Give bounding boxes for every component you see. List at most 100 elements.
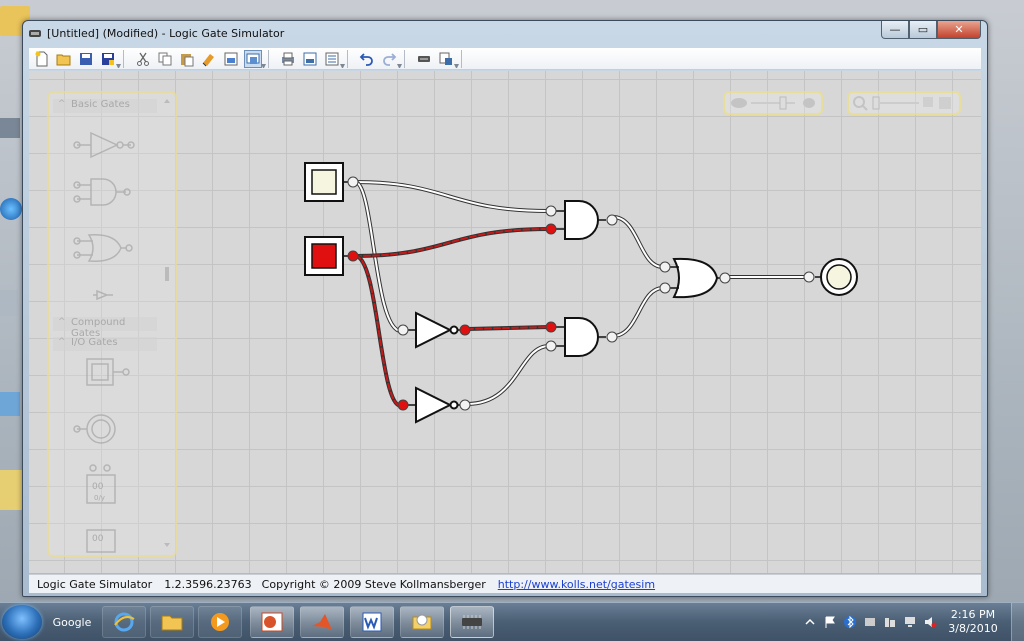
and-gate-top[interactable] [555,200,606,240]
not-gate-bottom[interactable] [407,386,463,424]
copy-icon [158,52,172,65]
user-input-1[interactable] [304,162,349,202]
bluetooth-icon[interactable] [843,615,857,629]
clock-time: 2:16 PM [950,608,996,621]
clock-date: 3/8/2010 [948,622,998,635]
open-icon [56,54,71,65]
taskbar-gate-simulator[interactable] [450,606,494,638]
cut-icon [137,52,149,66]
print-preview-icon [303,52,317,65]
window-title: [Untitled] (Modified) - Logic Gate Simul… [47,27,285,40]
taskbar-outlook[interactable] [400,606,444,638]
new-icon [35,51,48,66]
device-icon[interactable] [863,615,877,629]
toolbar-separator [397,49,411,68]
word-icon [362,612,382,632]
close-button[interactable]: ✕ [937,21,981,39]
title-bar[interactable]: [Untitled] (Modified) - Logic Gate Simul… [23,21,987,47]
new-button[interactable] [33,50,51,68]
redo-icon [383,52,397,66]
print-button[interactable] [279,50,297,68]
save-icon [80,52,92,65]
action-center-flag-icon[interactable] [823,615,837,629]
copy-button[interactable] [156,50,174,68]
image-icon [224,52,238,65]
computer-icon[interactable] [0,118,20,138]
taskbar-matlab[interactable] [300,606,344,638]
folder-icon [161,615,183,631]
wire [353,180,551,213]
status-website-link[interactable]: http://www.kolls.net/gatesim [498,578,655,591]
battery-icon[interactable] [883,615,897,629]
google-search-toolbar[interactable]: Google [50,606,94,638]
save-as-icon [102,52,114,65]
properties-icon [325,52,339,65]
save-as-button[interactable] [99,50,117,68]
taskbar-word[interactable] [350,606,394,638]
save-button[interactable] [77,50,95,68]
properties-button[interactable] [323,50,341,68]
system-tray: 2:16 PM 3/8/2010 [803,603,1024,641]
toolbar [29,48,981,70]
clear-button[interactable] [200,50,218,68]
open-button[interactable] [55,50,73,68]
show-hidden-icons-icon[interactable] [803,615,817,629]
integrated-circuit-icon [418,55,430,62]
gate-simulator-icon [462,615,482,629]
show-desktop-button[interactable] [1011,603,1024,641]
status-bar: Logic Gate Simulator 1.2.3596.23763 Copy… [29,574,981,593]
minimize-button[interactable]: — [881,21,909,39]
toolbar-separator [116,49,130,68]
maximize-icon: ▭ [917,23,929,36]
minimize-icon: — [889,23,901,36]
volume-muted-icon[interactable] [923,615,937,629]
app-window: [Untitled] (Modified) - Logic Gate Simul… [22,20,988,597]
integrated-circuit-button[interactable] [415,50,433,68]
print-preview-button[interactable] [301,50,319,68]
redo-button[interactable] [380,50,398,68]
toolbar-separator [454,49,468,68]
start-button[interactable] [2,605,42,639]
toolbar-separator [340,49,354,68]
wire [465,344,551,406]
status-copyright: Copyright © 2009 Steve Kollmansberger [261,577,486,591]
maximize-button[interactable]: ▭ [909,21,937,39]
close-icon: ✕ [954,23,964,36]
paste-icon [181,53,194,66]
status-version: 1.2.3596.23763 [164,577,252,591]
user-output [815,258,858,296]
outlook-icon [412,614,432,630]
control-panel-icon[interactable] [0,392,20,416]
and-gate-bottom[interactable] [555,317,606,357]
network-icon[interactable] [903,615,917,629]
taskbar-powerpoint[interactable] [250,606,294,638]
export-icon [439,52,452,65]
taskbar-media-player[interactable] [198,606,242,638]
undo-button[interactable] [358,50,376,68]
paste-button[interactable] [178,50,196,68]
chip-button[interactable] [244,49,262,68]
not-gate-top[interactable] [407,311,463,349]
image-button[interactable] [222,50,240,68]
wire [611,215,665,269]
recycle-bin-icon[interactable] [0,290,18,316]
user-input-2[interactable] [304,236,349,276]
clear-icon [202,53,214,66]
app-icon [29,30,41,37]
wire [611,286,665,338]
or-gate[interactable] [669,257,723,299]
circuit-canvas[interactable]: Basic Gates Compound Gates I/O Gates [29,71,981,573]
circuit-diagram [304,162,858,424]
export-button[interactable] [437,50,455,68]
wire-active [465,325,551,331]
taskbar-explorer[interactable] [150,606,194,638]
cut-button[interactable] [134,50,152,68]
toolbar-separator [261,49,275,68]
network-icon[interactable] [0,198,22,220]
clock[interactable]: 2:16 PM 3/8/2010 [943,608,1003,636]
chip-icon [246,53,260,64]
folder-icon[interactable] [0,470,24,510]
status-app-name: Logic Gate Simulator [37,577,153,591]
taskbar-internet-explorer[interactable] [102,606,146,638]
taskbar: Google 2:16 PM 3/8/2010 [0,602,1024,641]
